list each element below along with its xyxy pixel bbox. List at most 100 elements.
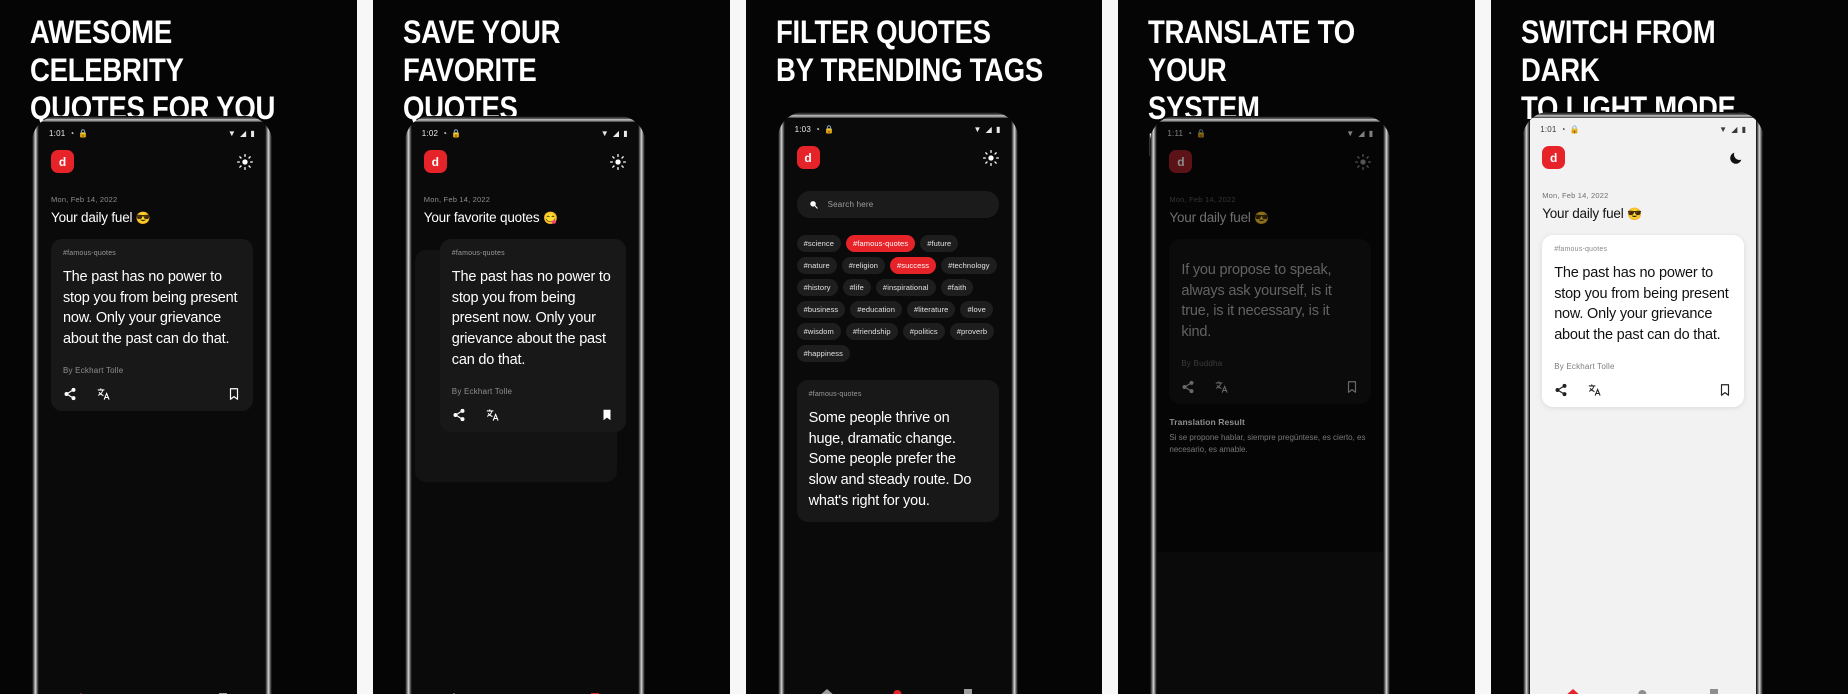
- bookmark-icon[interactable]: [227, 387, 241, 401]
- quote-card[interactable]: #famous-quotes Some people thrive on hug…: [796, 380, 999, 522]
- wifi-icon: ▼: [1346, 129, 1355, 138]
- share-icon[interactable]: [452, 408, 466, 422]
- nav-home-icon[interactable]: [1565, 687, 1581, 694]
- greeting-emoji: 😎: [1627, 207, 1642, 221]
- nav-home-icon[interactable]: [819, 687, 835, 694]
- tag-chip[interactable]: #proverb: [949, 323, 995, 340]
- bookmark-icon[interactable]: [1718, 383, 1732, 397]
- panel-headline: FILTER QUOTES BY TRENDING TAGS: [775, 14, 1043, 88]
- quote-tag[interactable]: #famous-quotes: [809, 391, 987, 398]
- status-bar: 1:11 ◔ 🔒 ▼ ◢ ▮: [1157, 122, 1383, 140]
- app-logo[interactable]: d: [796, 146, 820, 169]
- phone-mockup: 1:01 ◔ 🔒 ▼ ◢ ▮ d Mon, Feb 14, 2022 Your …: [1523, 112, 1764, 694]
- phone-mockup: 1:01 ◔ 🔒 ▼ ◢ ▮ d Mon, Feb 14, 2022 Your …: [32, 116, 272, 694]
- panel-awesome-celebrity-quotes: AWESOME CELEBRITY QUOTES FOR YOU 1:01 ◔ …: [0, 0, 357, 694]
- tag-chip[interactable]: #religion: [841, 257, 885, 274]
- phone-bezel-right: [1010, 112, 1018, 694]
- app-logo[interactable]: d: [1542, 146, 1566, 169]
- alarm-icon: ◔: [442, 129, 448, 138]
- search-bar[interactable]: Search here: [796, 191, 999, 218]
- search-input[interactable]: Search here: [828, 200, 874, 209]
- app-logo[interactable]: d: [1169, 150, 1193, 173]
- nav-bookmark-icon[interactable]: [960, 687, 976, 694]
- app-logo[interactable]: d: [423, 150, 447, 173]
- quote-card[interactable]: If you propose to speak, always ask your…: [1169, 239, 1372, 404]
- translate-icon[interactable]: [1215, 380, 1229, 394]
- tag-chip[interactable]: #literature: [906, 301, 956, 318]
- greeting-text: Your daily fuel: [1169, 210, 1251, 225]
- quote-tag[interactable]: #famous-quotes: [452, 250, 614, 257]
- status-bar: 1:02 ◔ 🔒 ▼ ◢ ▮: [412, 122, 638, 140]
- tag-chip[interactable]: #faith: [940, 279, 974, 296]
- quote-text: The past has no power to stop you from b…: [451, 269, 611, 368]
- phone-bezel-top: [1523, 112, 1764, 118]
- bottom-nav: [1537, 678, 1750, 694]
- greeting-title: Your daily fuel 😎: [1542, 206, 1744, 221]
- quote-card-actions: [1181, 380, 1359, 394]
- quote-tag[interactable]: #famous-quotes: [1554, 246, 1732, 253]
- quote-card[interactable]: #famous-quotes The past has no power to …: [51, 239, 253, 411]
- battery-icon: ▮: [1368, 129, 1374, 138]
- app-logo[interactable]: d: [51, 150, 74, 173]
- screen-content: Search here #science #famous-quotes #fut…: [785, 191, 1011, 522]
- tag-chip[interactable]: #politics: [902, 323, 945, 340]
- tag-chip[interactable]: #love: [960, 301, 993, 318]
- share-icon[interactable]: [1181, 380, 1195, 394]
- quote-card-wrapper: #famous-quotes Some people thrive on hug…: [796, 380, 999, 522]
- sun-icon[interactable]: [609, 153, 626, 170]
- lock-icon: 🔒: [824, 125, 835, 134]
- tag-chip[interactable]: #technology: [941, 257, 997, 274]
- tag-chip[interactable]: #success: [890, 257, 937, 274]
- date-label: Mon, Feb 14, 2022: [51, 195, 118, 204]
- quote-text: The past has no power to stop you from b…: [63, 269, 238, 348]
- translate-icon[interactable]: [1588, 383, 1602, 397]
- sun-icon[interactable]: [982, 149, 999, 166]
- bottom-nav: [46, 682, 258, 694]
- phone-bezel-right: [265, 116, 272, 694]
- greeting-title: Your daily fuel 😎: [51, 210, 253, 225]
- quote-card[interactable]: #famous-quotes The past has no power to …: [1542, 235, 1745, 407]
- tag-chip[interactable]: #life: [842, 279, 871, 296]
- share-icon[interactable]: [63, 387, 77, 401]
- tag-chip[interactable]: #inspirational: [875, 279, 936, 296]
- date-label: Mon, Feb 14, 2022: [1169, 195, 1236, 204]
- status-time: 1:11: [1167, 129, 1184, 138]
- tag-chip[interactable]: #history: [796, 279, 838, 296]
- search-icon: [808, 199, 819, 210]
- tag-chip[interactable]: #friendship: [845, 323, 898, 340]
- tag-chip[interactable]: #business: [796, 301, 846, 318]
- tag-chip[interactable]: #science: [796, 235, 841, 252]
- quote-card-actions: [1554, 383, 1732, 397]
- quote-card[interactable]: #famous-quotes The past has no power to …: [439, 239, 626, 432]
- bookmark-icon[interactable]: [1345, 380, 1359, 394]
- moon-icon[interactable]: [1728, 150, 1744, 166]
- sun-icon[interactable]: [1355, 153, 1372, 170]
- nav-search-icon[interactable]: [890, 687, 906, 694]
- tag-chip[interactable]: #happiness: [796, 345, 850, 362]
- translation-title: Translation Result: [1169, 416, 1245, 427]
- bookmark-filled-icon[interactable]: [600, 408, 614, 422]
- status-time: 1:02: [421, 129, 439, 138]
- wifi-icon: ▼: [600, 129, 609, 138]
- sun-icon[interactable]: [237, 153, 253, 170]
- translation-result: Translation Result Si se propone hablar,…: [1157, 417, 1383, 456]
- translate-icon[interactable]: [97, 387, 111, 401]
- share-icon[interactable]: [1554, 383, 1568, 397]
- battery-icon: ▮: [1741, 125, 1747, 134]
- nav-search-icon[interactable]: [1635, 687, 1651, 694]
- phone-screen: 1:01 ◔ 🔒 ▼ ◢ ▮ d Mon, Feb 14, 2022 Your …: [1530, 118, 1757, 694]
- tag-list: #science #famous-quotes #future #nature …: [796, 235, 999, 362]
- tag-chip[interactable]: #nature: [796, 257, 837, 274]
- translate-icon[interactable]: [486, 408, 500, 422]
- tag-chip[interactable]: #famous-quotes: [846, 235, 916, 252]
- tag-chip[interactable]: #wisdom: [796, 323, 841, 340]
- alarm-icon: ◔: [1560, 125, 1566, 134]
- greeting-emoji: 😎: [135, 211, 151, 225]
- app-header: d: [1530, 136, 1756, 169]
- tag-chip[interactable]: #future: [920, 235, 959, 252]
- quote-tag[interactable]: #famous-quotes: [63, 250, 241, 257]
- tag-chip[interactable]: #education: [850, 301, 902, 318]
- nav-bookmark-icon[interactable]: [1706, 687, 1722, 694]
- lock-icon: 🔒: [451, 129, 462, 138]
- screen-content: Mon, Feb 14, 2022 Your daily fuel 😎 If y…: [1157, 195, 1383, 404]
